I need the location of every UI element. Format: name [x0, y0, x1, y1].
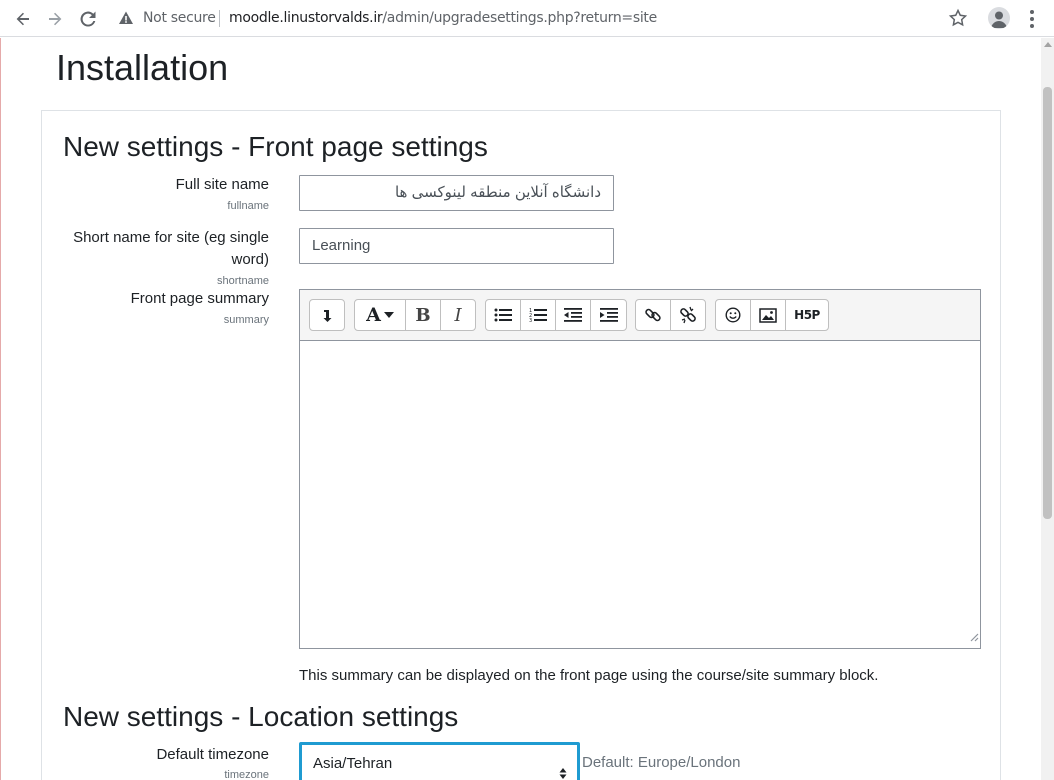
summary-editor-content[interactable] — [300, 342, 980, 648]
editor-toolbar: A B I 123 H5P — [300, 290, 980, 341]
browser-toolbar: Not secure moodle.linustorvalds.ir/admin… — [0, 0, 1054, 37]
timezone-selected-value: Asia/Tehran — [313, 755, 393, 772]
select-caret-icon — [559, 757, 567, 780]
url-host: moodle.linustorvalds.ir — [229, 10, 383, 26]
timezone-label: Default timezone — [156, 746, 269, 763]
toolbar-group-lists: 123 — [485, 299, 627, 331]
warning-icon[interactable] — [118, 10, 134, 31]
browser-menu-icon[interactable] — [1022, 8, 1042, 30]
scroll-up-arrow-icon[interactable] — [1044, 42, 1052, 47]
bold-icon[interactable]: B — [406, 300, 441, 330]
unordered-list-icon[interactable] — [486, 300, 521, 330]
shortname-label-line1: Short name for site (eg single — [73, 229, 269, 246]
unlink-icon[interactable] — [671, 300, 705, 330]
summary-setting-id: summary — [223, 314, 269, 326]
location-settings-heading: New settings - Location settings — [63, 701, 459, 732]
profile-avatar-icon[interactable] — [988, 7, 1010, 29]
fullname-input[interactable]: دانشگاه آنلاین منطقه لینوکسی ها — [299, 175, 614, 211]
forward-arrow-icon[interactable] — [43, 7, 67, 31]
back-arrow-icon[interactable] — [11, 7, 35, 31]
font-color-icon[interactable]: A — [355, 300, 406, 330]
bold-glyph: B — [415, 304, 431, 326]
settings-card: New settings - Front page settings Full … — [41, 110, 1001, 780]
page-scrollbar[interactable] — [1041, 38, 1054, 780]
timezone-default-note: Default: Europe/London — [582, 754, 741, 771]
scrollbar-thumb[interactable] — [1043, 87, 1052, 519]
indent-icon[interactable] — [591, 300, 626, 330]
h5p-icon[interactable]: H5P — [786, 300, 828, 330]
fullname-setting-id: fullname — [227, 200, 269, 212]
toolbar-group-style: A B I — [354, 299, 476, 331]
shortname-input[interactable]: Learning — [299, 228, 614, 264]
svg-text:3: 3 — [529, 318, 532, 323]
outdent-icon[interactable] — [556, 300, 591, 330]
font-glyph: A — [366, 304, 381, 326]
toolbar-group-media: H5P — [715, 299, 829, 331]
toolbar-group-links — [635, 299, 706, 331]
bookmark-star-icon[interactable] — [948, 8, 968, 33]
image-icon[interactable] — [751, 300, 786, 330]
italic-icon[interactable]: I — [441, 300, 475, 330]
url-path: /admin/upgradesettings.php?return=site — [382, 10, 657, 26]
h5p-glyph: H5P — [794, 308, 820, 322]
page-content: Installation New settings - Front page s… — [0, 38, 1041, 780]
link-icon[interactable] — [636, 300, 671, 330]
page-title: Installation — [56, 47, 229, 88]
resize-handle-icon[interactable] — [969, 629, 979, 647]
timezone-select[interactable]: Asia/Tehran — [299, 742, 580, 780]
front-page-settings-heading: New settings - Front page settings — [63, 131, 488, 162]
timezone-setting-id: timezone — [224, 769, 269, 780]
address-bar[interactable]: Not secure moodle.linustorvalds.ir/admin… — [108, 4, 982, 33]
url-text[interactable]: moodle.linustorvalds.ir/admin/upgradeset… — [229, 10, 657, 26]
toolbar-group-collapse — [309, 299, 345, 331]
shortname-setting-id: shortname — [217, 275, 269, 287]
summary-editor: A B I 123 H5P — [299, 289, 981, 649]
emoji-icon[interactable] — [716, 300, 751, 330]
summary-label: Front page summary — [130, 290, 269, 307]
fullname-label: Full site name — [175, 176, 269, 193]
address-separator — [219, 10, 220, 27]
shortname-label-line2: word) — [231, 251, 269, 268]
collapse-icon[interactable] — [310, 300, 344, 330]
ordered-list-icon[interactable]: 123 — [521, 300, 556, 330]
summary-help-text: This summary can be displayed on the fro… — [299, 667, 879, 684]
italic-glyph: I — [454, 304, 462, 326]
reload-icon[interactable] — [76, 7, 100, 31]
security-status-label[interactable]: Not secure — [143, 10, 216, 26]
